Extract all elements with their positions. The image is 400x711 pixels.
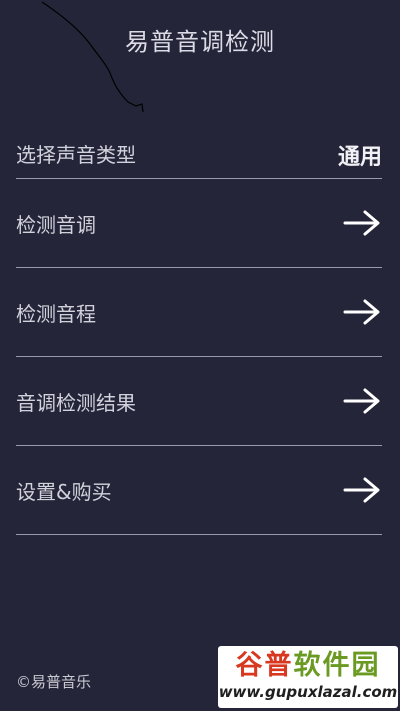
- watermark-url: www.gupuxlazal.com: [218, 683, 398, 701]
- voice-type-label: 选择声音类型: [16, 143, 136, 167]
- menu-item-detect-pitch[interactable]: 检测音调: [16, 179, 382, 268]
- menu-item-pitch-results[interactable]: 音调检测结果: [16, 357, 382, 446]
- copyright-text: ©易普音乐: [16, 673, 92, 691]
- page-title: 易普音调检测: [125, 28, 275, 56]
- watermark-title-part-b: 软件园: [293, 650, 381, 681]
- arrow-right-icon[interactable]: [342, 476, 382, 504]
- app-screen: 易普音调检测 选择声音类型 通用 检测音调 检测音程 音调检测结果 设置&购买: [0, 0, 400, 711]
- menu-item-detect-interval[interactable]: 检测音程: [16, 268, 382, 357]
- voice-type-value[interactable]: 通用: [338, 139, 382, 171]
- menu-item-label: 音调检测结果: [16, 390, 136, 415]
- watermark-title: 谷普软件园: [218, 650, 398, 682]
- pen-scribble: [41, 1, 144, 113]
- menu-item-settings-purchase[interactable]: 设置&购买: [16, 446, 382, 535]
- main-menu: 选择声音类型 通用 检测音调 检测音程 音调检测结果 设置&购买: [16, 130, 382, 535]
- menu-item-label: 检测音调: [16, 212, 96, 237]
- menu-item-label: 检测音程: [16, 301, 96, 326]
- watermark-title-part-a: 谷普: [235, 650, 294, 681]
- voice-type-selector[interactable]: 选择声音类型 通用: [16, 130, 382, 179]
- arrow-right-icon[interactable]: [342, 209, 382, 237]
- site-watermark: 谷普软件园 www.gupuxlazal.com: [218, 646, 398, 708]
- arrow-right-icon[interactable]: [342, 387, 382, 415]
- arrow-right-icon[interactable]: [342, 298, 382, 326]
- menu-item-label: 设置&购买: [16, 479, 112, 504]
